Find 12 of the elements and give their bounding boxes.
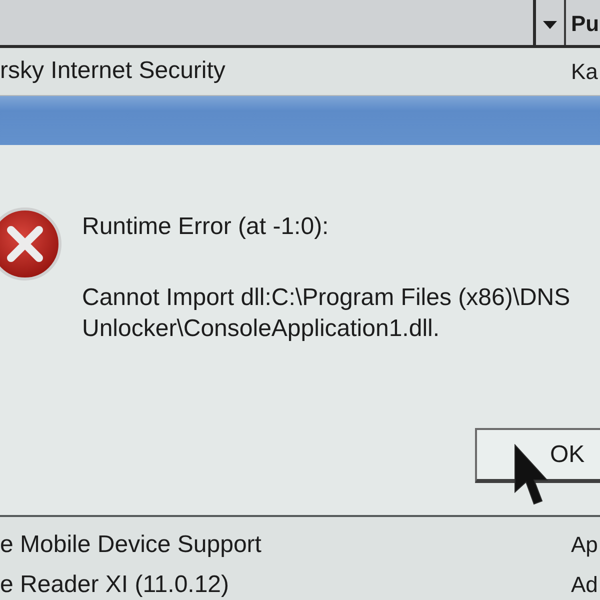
mouse-pointer-icon (514, 444, 548, 506)
error-message: Cannot Import dll:C:\Program Files (x86)\DNS Unlocker\ConsoleApplication1.dll. (82, 283, 572, 344)
dialog-title: Runtime Error (at -1:0): (82, 212, 330, 242)
table-cell-text: rsky Internet Security (0, 57, 226, 86)
column-header[interactable]: Pu (571, 11, 600, 38)
table-cell: Ap (571, 532, 598, 557)
table-cell: Ka (571, 58, 598, 84)
table-cell: Ad (571, 572, 598, 597)
table-cell-text: e Reader XI (11.0.12) (0, 570, 230, 600)
dropdown-caret-icon[interactable] (543, 20, 557, 28)
table-cell-text: e Mobile Device Support (0, 530, 262, 560)
ok-button[interactable]: OK (475, 428, 600, 483)
